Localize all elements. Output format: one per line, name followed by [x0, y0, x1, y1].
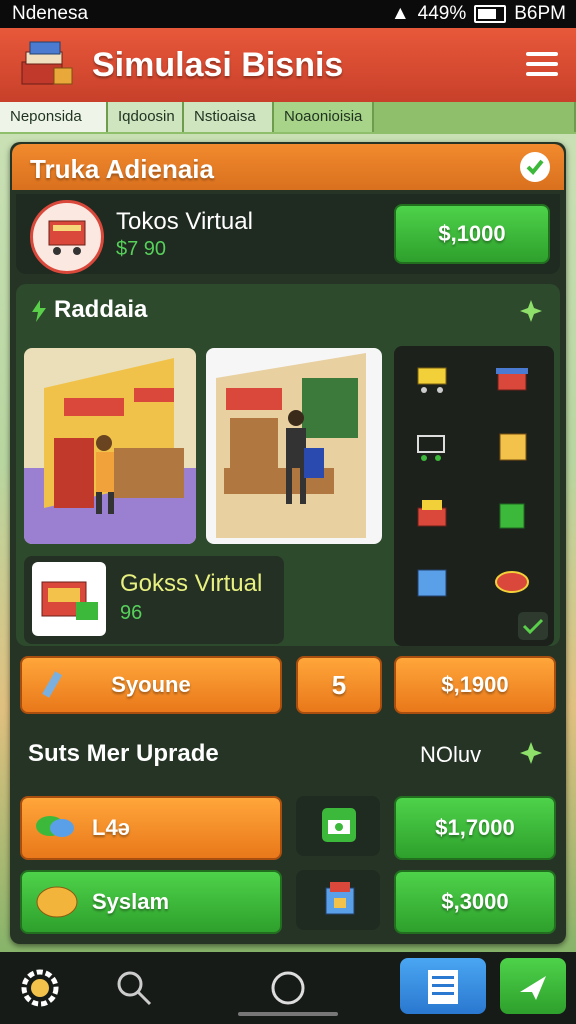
pencil-icon	[42, 671, 63, 698]
app-header: Simulasi Bisnis	[0, 28, 576, 102]
basket-red-icon[interactable]	[492, 360, 532, 396]
gold-nugget-icon	[36, 886, 78, 918]
tab-4[interactable]: Noaonioisia	[274, 102, 374, 132]
action-price-button[interactable]: $,1900	[394, 656, 556, 714]
sub-panel: Raddaia Gokss Virtual 96	[16, 284, 560, 646]
lightning-icon	[32, 300, 46, 322]
tab-5[interactable]	[374, 102, 576, 132]
sparkle-green-icon[interactable]	[518, 740, 544, 766]
section-title: Truka Adienaia	[30, 154, 214, 184]
upgrade-item-1-button[interactable]: L4ə	[20, 796, 282, 860]
goods-thumbnail	[32, 562, 106, 636]
send-icon[interactable]	[500, 958, 566, 1014]
goods-name: Gokss Virtual	[120, 570, 263, 597]
store-name: Tokos Virtual	[116, 208, 253, 235]
tab-bar: Neponsida Iqdoosin Nstioaisa Noaonioisia	[0, 102, 576, 134]
carrier-label: Ndenesa	[12, 3, 89, 24]
tab-3[interactable]: Nstioaisa	[184, 102, 274, 132]
home-circle-icon[interactable]	[262, 962, 314, 1014]
upgrade-item-1-label: L4ə	[92, 815, 130, 840]
upgrade-title: Suts Mer Uprade	[28, 740, 219, 767]
box-blue-icon[interactable]	[412, 564, 452, 600]
battery-icon	[474, 5, 507, 23]
business-logo-icon	[21, 41, 73, 85]
sub-section-title: Raddaia	[54, 296, 148, 323]
settings-gear-icon[interactable]	[14, 962, 66, 1014]
hamburger-menu-icon[interactable]	[526, 52, 558, 76]
upgrade-item-2-price-button[interactable]: $,3000	[394, 870, 556, 934]
store-avatar	[30, 200, 104, 274]
camera-icon	[322, 808, 356, 842]
upgrade-item-2-label: Syslam	[92, 889, 170, 914]
section-header: Truka Adienaia	[12, 144, 564, 190]
shop-scene-image-1[interactable]	[24, 348, 196, 544]
shop-scene-image-2[interactable]	[206, 348, 382, 544]
store-buy-button[interactable]: $,1000	[394, 204, 550, 264]
upgrade-item-1-price-button[interactable]: $1,7000	[394, 796, 556, 860]
cash-register-icon	[41, 581, 98, 620]
search-icon[interactable]	[108, 962, 160, 1014]
home-indicator	[238, 1012, 338, 1016]
action-row: Syoune 5 $,1900	[16, 650, 560, 720]
action-label: Syoune	[111, 672, 191, 697]
upgrade-row-2: Syslam $,3000	[16, 870, 560, 938]
action-button[interactable]: Syoune	[20, 656, 282, 714]
goods-value: 96	[120, 602, 143, 624]
clock-time: B6PM	[514, 3, 566, 24]
goods-card[interactable]: Gokss Virtual 96	[24, 556, 284, 644]
upgrade-item-1-icon-slot	[296, 796, 380, 856]
tab-2[interactable]: Iqdoosin	[108, 102, 184, 132]
upgrade-item-2-icon-slot	[296, 870, 380, 930]
app-title: Simulasi Bisnis	[92, 46, 344, 84]
count-button[interactable]: 5	[296, 656, 382, 714]
list-icon[interactable]	[400, 958, 486, 1014]
tab-1[interactable]: Neponsida	[0, 102, 108, 132]
system-box-icon	[325, 882, 355, 915]
basket-orange-icon[interactable]	[412, 496, 452, 532]
store-row: Tokos Virtual $7 90 $,1000	[16, 194, 560, 274]
can-red-icon[interactable]	[492, 564, 532, 600]
upgrade-status: NOluv	[420, 742, 482, 767]
shop-cart-icon	[48, 220, 86, 255]
box-green-icon[interactable]	[492, 496, 532, 532]
check-small-icon[interactable]	[518, 612, 548, 640]
sparkle-icon[interactable]	[518, 298, 544, 324]
box-yellow-icon[interactable]	[492, 428, 532, 464]
store-money: $7 90	[116, 238, 167, 260]
status-bar: Ndenesa ▲ 449% B6PM	[0, 0, 576, 28]
upgrade-item-2-button[interactable]: Syslam	[20, 870, 282, 934]
cart-green-icon[interactable]	[412, 428, 452, 464]
cart-yellow-icon[interactable]	[412, 360, 452, 396]
check-icon[interactable]	[520, 152, 550, 182]
status-icons: ▲ 449% B6PM	[391, 3, 566, 25]
item-icon-grid	[394, 346, 554, 646]
battery-percent: 449%	[417, 3, 467, 24]
signal-icon: ▲	[390, 3, 410, 24]
chat-bubbles-icon	[36, 816, 74, 837]
upgrade-row-1: L4ə $1,7000	[16, 796, 560, 864]
